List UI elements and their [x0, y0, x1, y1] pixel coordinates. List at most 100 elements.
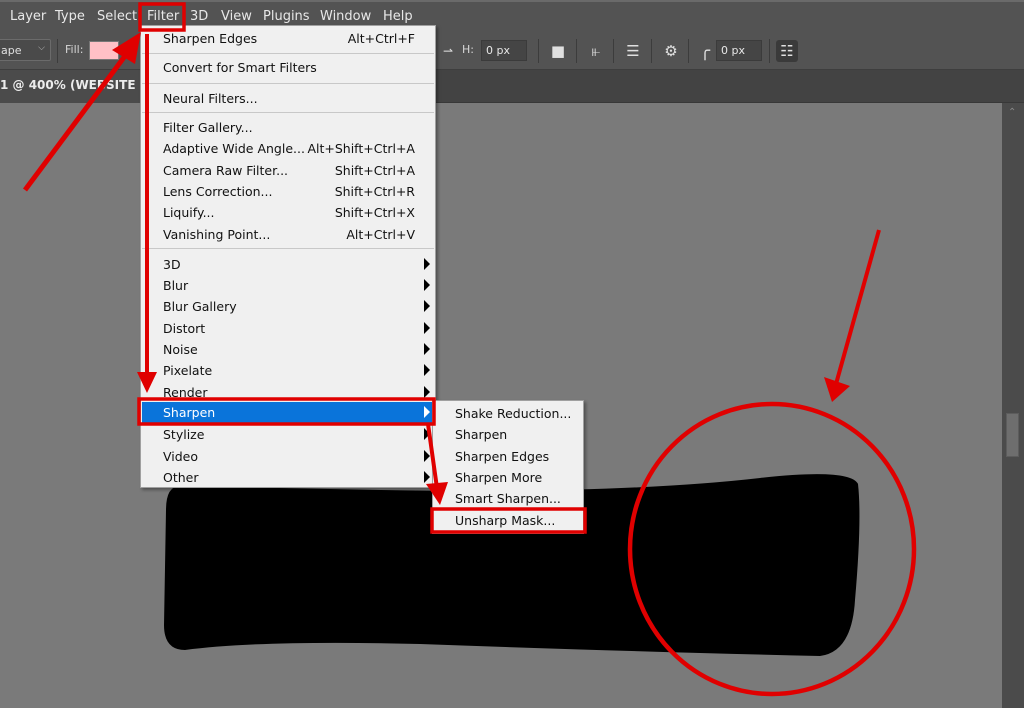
menu-item-label: Blur	[163, 278, 189, 293]
menu-item-sharpen-edges[interactable]: Sharpen Edges Alt+Ctrl+F	[142, 28, 434, 49]
menu-item-blur[interactable]: Blur	[142, 275, 434, 296]
menu-item-label: Vanishing Point...	[163, 227, 271, 242]
menu-item-liquify[interactable]: Liquify... Shift+Ctrl+X	[142, 202, 434, 223]
menu-filter[interactable]: Filter	[147, 9, 179, 24]
menu-item-label: 3D	[163, 257, 181, 272]
menu-help[interactable]: Help	[383, 9, 413, 24]
menu-item-sharpen[interactable]: Sharpen	[142, 402, 434, 424]
menu-item-label: Camera Raw Filter...	[163, 163, 289, 178]
divider	[613, 39, 614, 63]
menu-select[interactable]: Select	[97, 9, 137, 24]
menu-item-label: Sharpen Edges	[455, 449, 550, 464]
submenu-item-sharpen[interactable]: Sharpen	[434, 424, 582, 445]
submenu-arrow-icon	[424, 364, 430, 376]
menu-divider	[142, 83, 434, 84]
menu-3d[interactable]: 3D	[190, 9, 208, 24]
height-label: H:	[462, 43, 474, 56]
menu-plugins[interactable]: Plugins	[263, 9, 310, 24]
fill-label: Fill:	[65, 43, 84, 56]
menu-item-adaptive-wide-angle[interactable]: Adaptive Wide Angle... Alt+Shift+Ctrl+A	[142, 138, 434, 159]
menu-item-filter-gallery[interactable]: Filter Gallery...	[142, 117, 434, 138]
menu-item-label: Render	[163, 385, 208, 400]
menu-item-label: Noise	[163, 342, 198, 357]
menu-item-label: Shake Reduction...	[455, 406, 572, 421]
menu-item-distort[interactable]: Distort	[142, 318, 434, 339]
menu-item-shortcut: Alt+Ctrl+V	[346, 227, 415, 242]
menu-item-shortcut: Shift+Ctrl+X	[334, 205, 415, 220]
submenu-arrow-icon	[424, 428, 430, 440]
menu-item-pixelate[interactable]: Pixelate	[142, 360, 434, 381]
menu-item-label: Sharpen More	[455, 470, 543, 485]
menu-item-label: Sharpen	[163, 405, 216, 420]
path-alignment-icon[interactable]: ⫦	[585, 40, 607, 62]
menu-item-shortcut: Shift+Ctrl+A	[334, 163, 415, 178]
menu-item-neural-filters[interactable]: Neural Filters...	[142, 88, 434, 109]
divider	[688, 39, 689, 63]
menu-item-3d[interactable]: 3D	[142, 254, 434, 275]
menu-item-shortcut: Shift+Ctrl+R	[334, 184, 415, 199]
menu-item-blur-gallery[interactable]: Blur Gallery	[142, 296, 434, 317]
divider	[57, 39, 58, 63]
menu-window[interactable]: Window	[320, 9, 371, 24]
menu-item-label: Pixelate	[163, 363, 213, 378]
scroll-up-icon[interactable]: ⌃	[1008, 107, 1016, 118]
menu-item-label: Other	[163, 470, 199, 485]
menu-item-noise[interactable]: Noise	[142, 339, 434, 360]
divider	[538, 39, 539, 63]
menu-divider	[142, 248, 434, 249]
menu-item-label: Blur Gallery	[163, 299, 237, 314]
menu-divider	[142, 112, 434, 113]
menu-view[interactable]: View	[221, 9, 252, 24]
submenu-arrow-icon	[424, 343, 430, 355]
link-icon[interactable]: ⇀	[437, 40, 459, 62]
menu-item-vanishing-point[interactable]: Vanishing Point... Alt+Ctrl+V	[142, 224, 434, 245]
align-edges-icon[interactable]: ☷	[776, 40, 798, 62]
shape-mode-value: ape	[1, 44, 22, 57]
corner-radius-icon: ╭	[699, 41, 711, 61]
settings-gear-icon[interactable]: ⚙	[660, 40, 682, 62]
submenu-arrow-icon	[424, 300, 430, 312]
menu-item-label: Distort	[163, 321, 206, 336]
submenu-item-smart-sharpen[interactable]: Smart Sharpen...	[434, 488, 582, 509]
menu-item-camera-raw[interactable]: Camera Raw Filter... Shift+Ctrl+A	[142, 160, 434, 181]
menu-item-other[interactable]: Other	[142, 467, 434, 488]
menu-item-label: Neural Filters...	[163, 91, 258, 106]
menu-item-label: Video	[163, 449, 199, 464]
document-tab[interactable]: 1 @ 400% (WEBSITE BUI	[0, 70, 142, 103]
submenu-item-sharpen-edges[interactable]: Sharpen Edges	[434, 446, 582, 467]
menu-item-stylize[interactable]: Stylize	[142, 424, 434, 445]
menu-item-label: Unsharp Mask...	[455, 513, 556, 528]
menu-item-lens-correction[interactable]: Lens Correction... Shift+Ctrl+R	[142, 181, 434, 202]
divider	[769, 39, 770, 63]
vertical-scrollbar[interactable]: ⌃	[1002, 103, 1024, 708]
submenu-arrow-icon	[424, 406, 430, 418]
corner-radius-input[interactable]: 0 px	[716, 40, 762, 61]
path-operations-icon[interactable]: ■	[547, 40, 569, 62]
submenu-arrow-icon	[424, 322, 430, 334]
stroke-label: tr	[121, 43, 130, 56]
menu-item-label: Filter Gallery...	[163, 120, 253, 135]
divider	[651, 39, 652, 63]
menu-item-label: Sharpen Edges	[163, 31, 258, 46]
height-input[interactable]: 0 px	[481, 40, 527, 61]
menu-item-video[interactable]: Video	[142, 446, 434, 467]
menu-item-convert-smart-filters[interactable]: Convert for Smart Filters	[142, 57, 434, 78]
submenu-arrow-icon	[424, 279, 430, 291]
menu-divider	[142, 53, 434, 54]
submenu-item-sharpen-more[interactable]: Sharpen More	[434, 467, 582, 488]
menu-item-label: Adaptive Wide Angle...	[163, 141, 305, 156]
menu-layer[interactable]: Layer	[10, 9, 46, 24]
menu-item-label: Sharpen	[455, 427, 508, 442]
submenu-item-shake-reduction[interactable]: Shake Reduction...	[434, 403, 582, 424]
menu-item-label: Lens Correction...	[163, 184, 273, 199]
scrollbar-thumb[interactable]	[1006, 413, 1019, 457]
menu-item-label: Stylize	[163, 427, 205, 442]
fill-color-swatch[interactable]	[89, 41, 119, 60]
submenu-arrow-icon	[424, 258, 430, 270]
menu-item-render[interactable]: Render	[142, 382, 434, 403]
menu-type[interactable]: Type	[55, 9, 85, 24]
path-arrangement-icon[interactable]: ☰	[622, 40, 644, 62]
shape-mode-select[interactable]: ape ⌵	[0, 39, 51, 61]
submenu-item-unsharp-mask[interactable]: Unsharp Mask...	[434, 510, 582, 531]
menu-item-shortcut: Alt+Ctrl+F	[347, 31, 415, 46]
